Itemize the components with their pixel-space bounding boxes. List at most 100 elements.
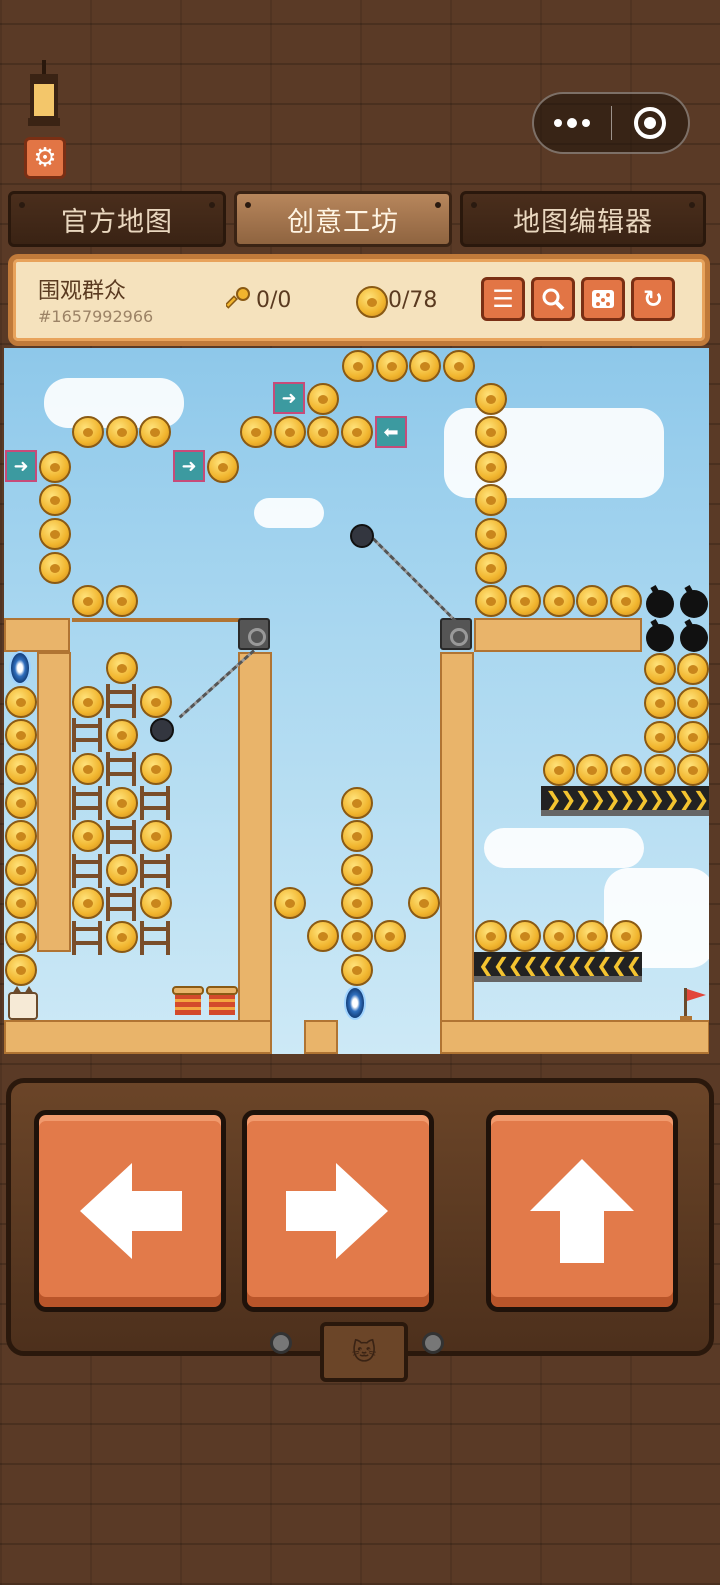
arrow-right-block: ➜ <box>273 382 305 414</box>
coin <box>677 653 709 685</box>
coin <box>475 920 507 952</box>
coin <box>5 921 37 953</box>
coin <box>72 686 104 718</box>
coin <box>409 350 441 382</box>
conveyor-right: ❯❯❯❯❯❯❯❯❯❯❯ <box>541 786 709 816</box>
coin <box>106 854 138 886</box>
list-button[interactable]: ☰ <box>481 277 525 321</box>
coin <box>307 383 339 415</box>
coin <box>5 854 37 886</box>
coin <box>342 350 374 382</box>
restart-button[interactable]: ↻ <box>631 277 675 321</box>
coin <box>72 753 104 785</box>
close-miniprogram-button[interactable] <box>612 94 689 152</box>
target-icon <box>633 107 666 139</box>
coin <box>106 921 138 953</box>
dice-icon <box>592 290 614 308</box>
coin <box>341 820 373 852</box>
coin <box>644 721 676 753</box>
random-map-button[interactable] <box>581 277 625 321</box>
tab-workshop[interactable]: 创意工坊 <box>234 191 452 247</box>
miniprogram-capsule <box>532 92 690 154</box>
spiked-ball <box>350 524 374 548</box>
coin <box>677 721 709 753</box>
coin <box>576 585 608 617</box>
coin <box>576 920 608 952</box>
spring <box>206 986 238 1020</box>
chain-anchor <box>440 618 472 650</box>
map-id: #1657992966 <box>38 307 154 326</box>
bomb <box>680 590 708 618</box>
portal <box>344 986 366 1020</box>
more-button[interactable] <box>534 94 611 152</box>
coin <box>106 787 138 819</box>
block-platform <box>474 618 642 652</box>
left-arrow-icon <box>80 1163 182 1259</box>
ladder <box>106 684 136 718</box>
coin <box>644 754 676 786</box>
jump-button[interactable] <box>486 1110 678 1312</box>
cloud <box>484 828 644 868</box>
coin <box>72 887 104 919</box>
ladder <box>106 820 136 854</box>
spring <box>172 986 204 1020</box>
ground <box>4 1020 272 1054</box>
gear-icon: ⚙ <box>33 143 57 173</box>
coin <box>509 920 541 952</box>
coin <box>39 552 71 584</box>
arrow-right-block: ➜ <box>5 450 37 482</box>
coin <box>72 585 104 617</box>
coin <box>443 350 475 382</box>
coin <box>5 753 37 785</box>
key-count: 0/0 <box>256 288 292 313</box>
coin <box>140 753 172 785</box>
game-canvas[interactable]: ➜ ➜ ➜ ⬅ ❯❯❯❯❯❯❯❯❯❯❯ ❮❮❮❮❮❮❮❮❮❮❮ <box>4 348 709 1054</box>
tab-label: 官方地图 <box>61 206 173 238</box>
coin <box>140 820 172 852</box>
move-left-button[interactable] <box>34 1110 226 1312</box>
coin <box>307 416 339 448</box>
coin <box>72 416 104 448</box>
coin <box>475 552 507 584</box>
coin <box>5 887 37 919</box>
coin <box>341 787 373 819</box>
coin <box>5 954 37 986</box>
coin <box>106 719 138 751</box>
coin <box>72 820 104 852</box>
cat-emblem-icon: 🐱 <box>320 1322 408 1382</box>
bomb <box>680 624 708 652</box>
portal <box>9 651 31 685</box>
coin <box>475 484 507 516</box>
more-dots-icon <box>554 117 591 128</box>
ladder <box>140 786 170 820</box>
block-wall <box>37 652 71 952</box>
thin-rail <box>72 618 240 622</box>
tab-map-editor[interactable]: 地图编辑器 <box>460 191 706 247</box>
spiked-ball <box>150 718 174 742</box>
coin <box>106 585 138 617</box>
ground-block <box>304 1020 338 1054</box>
coin <box>39 518 71 550</box>
search-button[interactable] <box>531 277 575 321</box>
ladder <box>72 921 102 955</box>
chain-anchor <box>238 618 270 650</box>
cloud <box>254 498 324 528</box>
move-right-button[interactable] <box>242 1110 434 1312</box>
arrow-right-block: ➜ <box>173 450 205 482</box>
conveyor-left: ❮❮❮❮❮❮❮❮❮❮❮ <box>474 952 642 982</box>
coin <box>39 484 71 516</box>
coin <box>610 585 642 617</box>
coin <box>307 920 339 952</box>
tab-official-maps[interactable]: 官方地图 <box>8 191 226 247</box>
coin <box>274 887 306 919</box>
search-icon <box>542 288 565 311</box>
coin <box>341 887 373 919</box>
chain <box>368 534 458 623</box>
coin <box>475 383 507 415</box>
settings-button[interactable]: ⚙ <box>24 137 66 179</box>
coin <box>5 820 37 852</box>
cloud <box>444 408 664 498</box>
goal-flag-icon <box>680 988 706 1020</box>
coin <box>39 451 71 483</box>
coin <box>240 416 272 448</box>
